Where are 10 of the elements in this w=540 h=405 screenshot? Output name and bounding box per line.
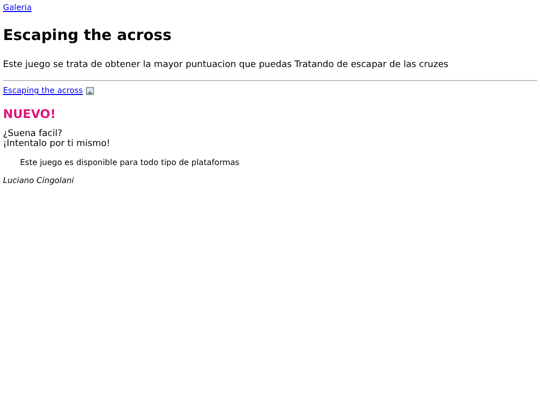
new-label: NUEVO! [3,106,57,123]
platform-note: Este juego es disponible para todo tipo de plataformas [20,157,240,169]
author-name: Luciano Cingolani [3,175,75,187]
page-title: Escaping the across [3,25,173,46]
broken-image-icon [86,87,94,95]
description: Este juego se trata de obtener la mayor puntuacion que puedas Tratando de escapar de las cruzes [3,58,450,72]
gallery-link[interactable]: Galeria [3,3,32,12]
tagline: ¿Suena facil? [3,129,64,139]
game-link[interactable]: Escaping the across [3,85,83,97]
tagline: ¡Intentalo por ti mismo! [3,139,112,149]
